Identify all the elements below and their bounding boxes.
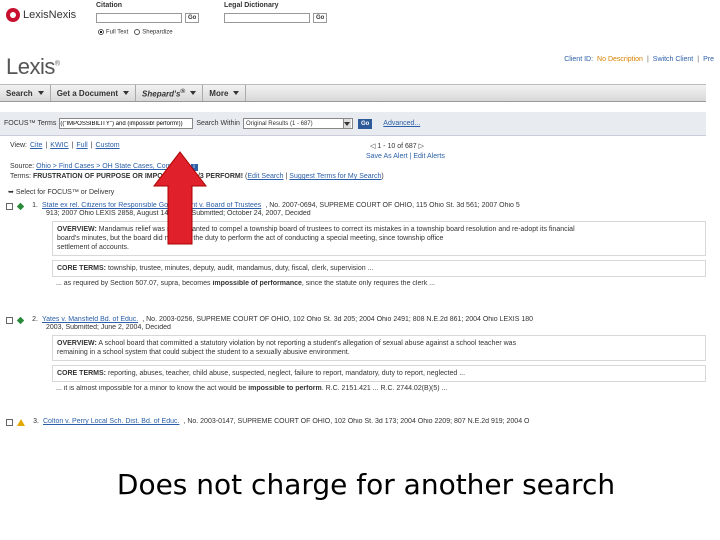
result-number: 1. <box>32 202 38 209</box>
result-citation-cont: 913; 2007 Ohio LEXIS 2858, August 14, 20… <box>46 210 311 217</box>
dictionary-label: Legal Dictionary <box>224 2 279 9</box>
radio-off-icon <box>134 29 141 35</box>
result-overview: OVERVIEW: A school board that committed … <box>52 335 706 361</box>
user-links: Client ID: No Description | Switch Clien… <box>564 56 714 63</box>
pager-range: 1 - 10 of 687 <box>377 143 417 150</box>
radio-full-text[interactable]: Full Text <box>98 29 128 36</box>
citation-go-button[interactable]: Go <box>185 13 200 23</box>
result-core-terms: CORE TERMS: reporting, abuses, teacher, … <box>52 365 706 382</box>
view-cite-link[interactable]: Cite <box>30 142 42 149</box>
source-label: Source: <box>10 163 35 170</box>
lexisnexis-logo[interactable]: LexisNexis <box>6 8 76 22</box>
citation-label: Citation <box>96 2 123 9</box>
focus-go-button[interactable]: Go <box>357 118 373 129</box>
no-description-link[interactable]: No Description <box>597 56 643 63</box>
result-checkbox[interactable] <box>6 203 13 210</box>
result-number: 3. <box>33 418 39 425</box>
preferences-link[interactable]: Pre <box>703 56 714 63</box>
radio-on-icon <box>98 29 104 35</box>
search-within-label: Search Within <box>196 120 240 127</box>
alert-links: Save As Alert | Edit Alerts <box>366 153 445 160</box>
tab-shepards[interactable]: Shepard's® <box>136 85 204 101</box>
result-checkbox[interactable] <box>6 317 13 324</box>
result-title-link[interactable]: Colton v. Perry Local Sch. Dist. Bd. of … <box>43 418 179 425</box>
suggest-terms-link[interactable]: Suggest Terms for My Search <box>289 173 381 180</box>
red-arrow-icon <box>152 151 208 245</box>
select-for-focus[interactable]: ➥ Select for FOCUS™ or Delivery <box>8 188 114 196</box>
chevron-down-icon <box>123 91 130 95</box>
terms-label: Terms: <box>10 173 31 180</box>
shepards-caution-icon[interactable] <box>17 419 25 426</box>
main-nav: Search Get a Document Shepard's® More <box>0 84 706 102</box>
result-citation: , No. 2007-0694, SUPREME COURT OF OHIO, … <box>265 202 520 209</box>
focus-bar: FOCUS™ Terms Search Within Original Resu… <box>0 112 706 136</box>
search-within-select[interactable]: Original Results (1 - 687) <box>242 118 353 129</box>
result-citation: , No. 2003-0256, SUPREME COURT OF OHIO, … <box>142 316 534 323</box>
chevron-down-icon <box>233 91 240 95</box>
switch-client-link[interactable]: Switch Client <box>653 56 693 63</box>
registered-mark: ® <box>54 60 60 68</box>
citation-input[interactable] <box>96 13 182 23</box>
client-id-link[interactable]: Client ID: <box>564 56 593 63</box>
view-label: View: <box>10 142 27 149</box>
result-item-1: 1. State ex rel. Citizens for Responsibl… <box>6 202 706 287</box>
separator: | <box>646 56 649 63</box>
view-kwic-link[interactable]: KWIC <box>50 142 68 149</box>
view-options: View: Cite | KWIC | Full | Custom <box>10 142 120 149</box>
advanced-link[interactable]: Advanced... <box>383 120 420 127</box>
select-arrow <box>342 119 351 128</box>
citation-group: Citation Go <box>96 2 200 23</box>
save-as-alert-link[interactable]: Save As Alert <box>366 153 408 160</box>
results-pager: ◁ 1 - 10 of 687 ▷ <box>370 142 424 150</box>
focus-terms-input[interactable] <box>59 118 194 129</box>
top-bar: LexisNexis Citation Go Legal Dictionary … <box>0 0 720 46</box>
result-number: 2. <box>32 316 38 323</box>
terms-value: FRUSTRATION OF PURPOSE OR IMPOSSIBILITY … <box>32 173 244 180</box>
shepards-diamond-icon[interactable] <box>16 316 25 324</box>
chevron-down-icon <box>37 91 44 95</box>
edit-search-link[interactable]: Edit Search <box>247 173 283 180</box>
separator: | <box>697 56 700 63</box>
result-overview: OVERVIEW: Mandamus relief was not warran… <box>52 221 706 256</box>
edit-alerts-link[interactable]: Edit Alerts <box>413 153 445 160</box>
focus-label: FOCUS™ Terms <box>4 120 57 127</box>
slide-caption: Does not charge for another search <box>116 468 616 501</box>
tab-get-document[interactable]: Get a Document <box>51 85 137 101</box>
chevron-down-icon <box>190 91 197 95</box>
result-core-terms: CORE TERMS: township, trustee, minutes, … <box>52 260 706 277</box>
result-snippet: ... it is almost impossible for a minor … <box>56 385 448 392</box>
dictionary-group: Legal Dictionary Go <box>224 2 328 23</box>
result-title-link[interactable]: Yates v. Mansfield Bd. of Educ. <box>42 316 138 323</box>
citation-mode-radios: Full Text Shepardize <box>98 29 173 36</box>
tab-search[interactable]: Search <box>0 85 51 101</box>
lexisnexis-logo-icon <box>6 8 20 22</box>
next-arrow-icon[interactable]: ▷ <box>419 143 424 150</box>
radio-shepardize[interactable]: Shepardize <box>134 29 173 36</box>
shepards-diamond-icon[interactable] <box>16 202 25 210</box>
result-item-3: 3. Colton v. Perry Local Sch. Dist. Bd. … <box>6 418 706 426</box>
chevron-down-icon <box>344 121 351 126</box>
view-custom-link[interactable]: Custom <box>96 142 120 149</box>
result-item-2: 2. Yates v. Mansfield Bd. of Educ. , No.… <box>6 316 706 392</box>
tab-more[interactable]: More <box>203 85 247 101</box>
prev-arrow-icon[interactable]: ◁ <box>370 143 375 150</box>
result-citation: , No. 2003-0147, SUPREME COURT OF OHIO, … <box>183 418 530 425</box>
dictionary-input[interactable] <box>224 13 310 23</box>
result-citation-cont: 2003, Submitted; June 2, 2004, Decided <box>46 324 171 331</box>
back-arrow-icon: ➥ <box>8 189 14 196</box>
view-full-link[interactable]: Full <box>76 142 87 149</box>
result-checkbox[interactable] <box>6 419 13 426</box>
dictionary-go-button[interactable]: Go <box>313 13 328 23</box>
lexis-logo[interactable]: Lexis® <box>6 54 60 80</box>
result-snippet: ... as required by Section 507.07, supra… <box>56 280 435 287</box>
